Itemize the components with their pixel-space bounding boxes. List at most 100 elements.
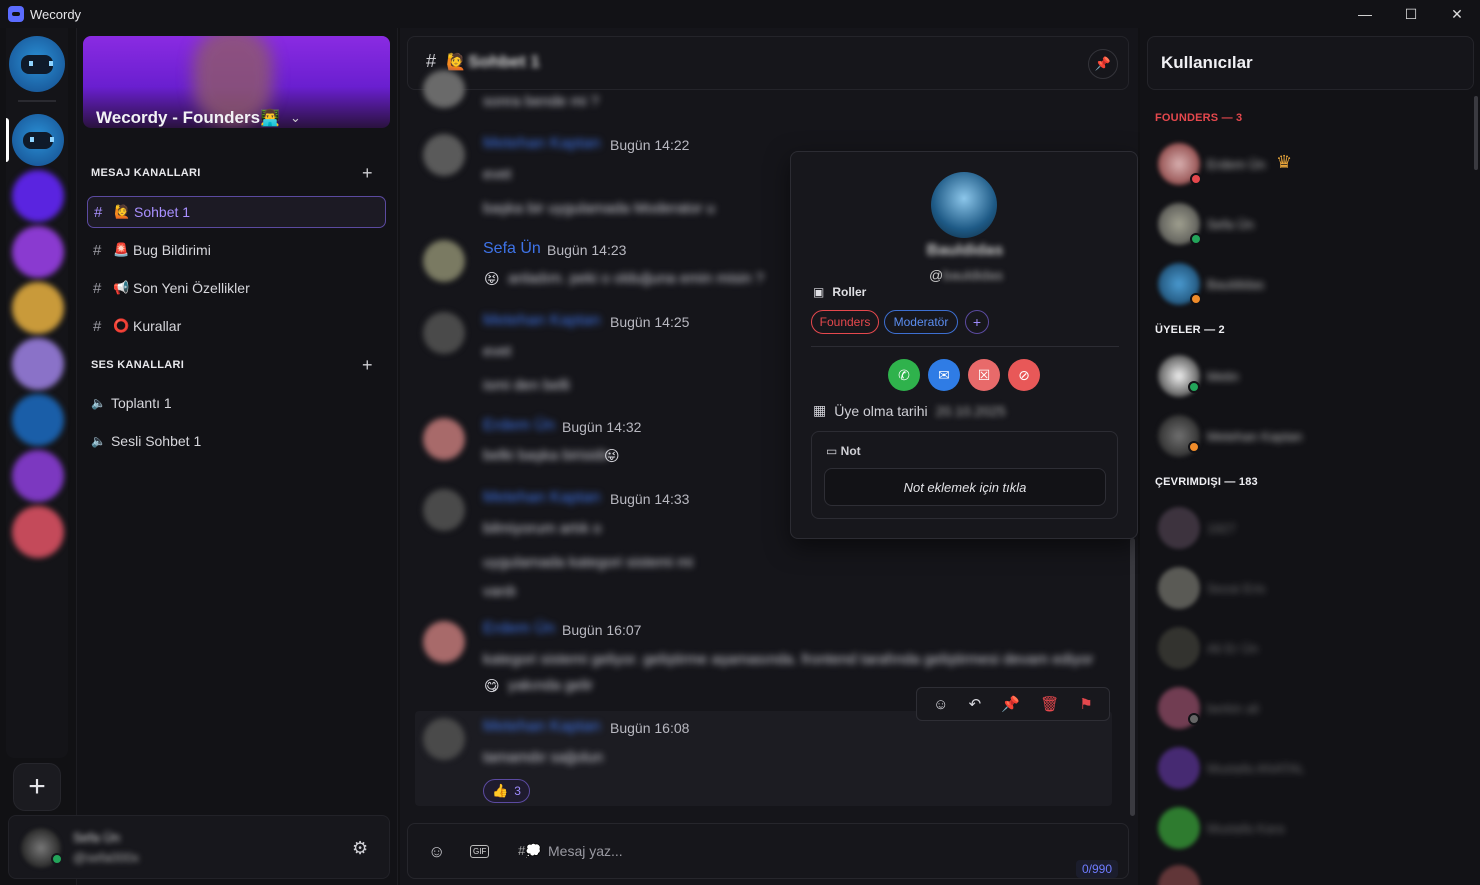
message-text: evet <box>483 166 512 183</box>
server-name[interactable]: Wecordy - Founders <box>96 108 260 128</box>
gear-icon[interactable]: ⚙ <box>352 838 368 859</box>
channel-son-yeni-ozellikler[interactable]: # 📢 Son Yeni Özellikler <box>87 272 386 304</box>
message-author[interactable]: Metehan Kaptan <box>483 135 600 153</box>
chat-scrollbar[interactable] <box>1130 538 1135 816</box>
member-name[interactable]: 1927 <box>1207 521 1236 536</box>
message-time: Bugün 14:23 <box>547 242 627 258</box>
message-text: bilmiyorum artık o <box>483 520 602 537</box>
minimize-button[interactable]: — <box>1342 0 1388 28</box>
server-icon[interactable] <box>12 170 64 222</box>
message-author[interactable]: Metehan Kaptan <box>483 718 600 736</box>
avatar[interactable] <box>1158 627 1200 669</box>
current-user-name: Sefa Ün <box>73 830 120 845</box>
server-icon[interactable] <box>12 506 64 558</box>
channel-bug-bildirimi[interactable]: # 🚨 Bug Bildirimi <box>87 234 386 266</box>
member-since-label: Üye olma tarihi <box>834 402 928 419</box>
add-reaction-icon[interactable]: ☺ <box>933 696 948 713</box>
block-button[interactable]: ⊘ <box>1008 359 1040 391</box>
avatar[interactable] <box>423 621 465 663</box>
member-name[interactable]: Ali Er Ün <box>1207 641 1258 656</box>
avatar[interactable] <box>423 489 465 531</box>
emoji-picker-icon[interactable]: ☺ <box>428 842 445 862</box>
message-text: yakında gelir <box>508 677 594 694</box>
reply-icon[interactable]: ↶ <box>969 695 982 713</box>
active-server-indicator <box>6 118 9 162</box>
avatar[interactable] <box>423 418 465 460</box>
app-logo-icon <box>8 6 24 22</box>
message-toolbar: ☺ ↶ 📌 🗑 ⚑ <box>916 687 1110 721</box>
note-box: ▭ Not Not eklemek için tıkla <box>811 431 1118 519</box>
pinned-messages-button[interactable]: 📌 <box>1088 49 1118 79</box>
channel-kurallar[interactable]: # ⭕ Kurallar <box>87 310 386 342</box>
divider <box>811 346 1119 347</box>
voice-channel-label: Toplantı 1 <box>110 395 172 411</box>
status-dot <box>1188 441 1200 453</box>
trash-icon[interactable]: 🗑 <box>1040 695 1059 713</box>
channel-label: Bug Bildirimi <box>133 242 211 258</box>
close-button[interactable]: ✕ <box>1434 0 1480 28</box>
message-author[interactable]: Metehan Kaptan <box>483 312 600 330</box>
voice-channel-toplanti-1[interactable]: 🔈 Toplantı 1 <box>91 395 172 411</box>
avatar[interactable] <box>423 134 465 176</box>
gif-icon[interactable]: GIF <box>470 845 490 858</box>
server-icon[interactable] <box>12 338 64 390</box>
hash-icon: # <box>426 51 437 71</box>
message-author[interactable]: Erdem Ün <box>483 620 555 638</box>
message-author[interactable]: Metehan Kaptan <box>483 489 600 507</box>
note-input[interactable]: Not eklemek için tıkla <box>824 468 1106 506</box>
online-status-dot <box>51 853 63 865</box>
call-button[interactable]: ✆ <box>888 359 920 391</box>
add-server-button[interactable]: + <box>13 763 61 811</box>
role-moderator[interactable]: Moderatör <box>884 310 958 334</box>
title-bar: Wecordy — ☐ ✕ <box>0 0 1480 28</box>
hash-icon: # <box>94 203 103 221</box>
member-name[interactable]: Metin <box>1207 369 1239 384</box>
channel-emoji: 🙋 <box>114 204 131 219</box>
member-name[interactable]: Sefa Ün <box>1207 217 1254 232</box>
member-name[interactable]: Mustafa Kara <box>1207 821 1284 836</box>
home-logo-icon[interactable] <box>9 36 65 92</box>
avatar[interactable] <box>931 172 997 238</box>
avatar[interactable] <box>423 70 465 108</box>
avatar[interactable] <box>423 312 465 354</box>
members-scrollbar[interactable] <box>1474 96 1478 170</box>
remove-friend-button[interactable]: ☒ <box>968 359 1000 391</box>
member-name[interactable]: Erdem Ün <box>1207 157 1266 172</box>
add-voice-channel-button[interactable]: + <box>362 355 373 376</box>
channel-sohbet-1[interactable]: # 🙋 Sohbet 1 <box>87 196 386 228</box>
pin-icon[interactable]: 📌 <box>1001 695 1020 713</box>
flag-icon[interactable]: ⚑ <box>1079 695 1092 713</box>
avatar[interactable] <box>423 718 465 760</box>
server-icon-wecordy[interactable] <box>12 114 64 166</box>
chevron-down-icon[interactable]: ⌄ <box>290 110 301 126</box>
avatar[interactable] <box>423 240 465 282</box>
message-author[interactable]: Sefa Ün <box>483 240 541 258</box>
message-author[interactable]: Erdem Ün <box>483 417 555 435</box>
thought-bubble-icon: #💭 <box>518 843 542 858</box>
member-name[interactable]: berkin ali <box>1207 701 1259 716</box>
server-icon[interactable] <box>12 450 64 502</box>
member-name[interactable]: Metehan Kaptan <box>1207 429 1302 444</box>
avatar[interactable] <box>1158 747 1200 789</box>
avatar[interactable] <box>1158 507 1200 549</box>
voice-channel-sesli-sohbet-1[interactable]: 🔈 Sesli Sohbet 1 <box>91 433 201 449</box>
message-time: Bugün 16:08 <box>610 720 690 736</box>
server-icon[interactable] <box>12 394 64 446</box>
message-button[interactable]: ✉ <box>928 359 960 391</box>
member-name[interactable]: Mustafa ANATAL <box>1207 761 1305 776</box>
add-text-channel-button[interactable]: + <box>362 163 373 184</box>
user-profile-popover: Bauldidas @ bauldidas ▣ Roller Founders … <box>790 151 1138 539</box>
message-input[interactable] <box>548 840 1048 862</box>
message-time: Bugün 14:33 <box>610 491 690 507</box>
channel-emoji: 🚨 <box>113 242 130 257</box>
member-name[interactable]: Sezai Eris <box>1207 581 1266 596</box>
avatar[interactable] <box>1158 807 1200 849</box>
reaction-chip[interactable]: 👍 3 <box>483 779 530 803</box>
avatar[interactable] <box>1158 567 1200 609</box>
server-icon[interactable] <box>12 226 64 278</box>
role-founders[interactable]: Founders <box>811 310 879 334</box>
server-icon[interactable] <box>12 282 64 334</box>
add-role-button[interactable]: + <box>965 310 989 334</box>
maximize-button[interactable]: ☐ <box>1388 0 1434 28</box>
member-name[interactable]: Bauldidas <box>1207 277 1264 292</box>
